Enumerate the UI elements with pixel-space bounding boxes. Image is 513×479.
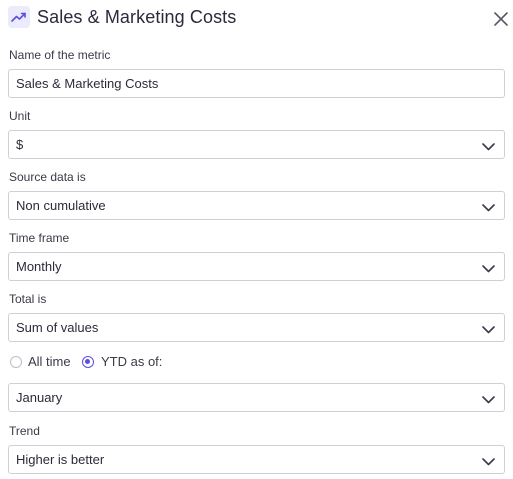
chevron-down-icon [482, 392, 495, 404]
close-icon[interactable] [491, 9, 511, 29]
metric-name-value: Sales & Marketing Costs [16, 76, 159, 91]
trend-value: Higher is better [16, 452, 105, 467]
timeframe-value: Monthly [16, 259, 62, 274]
period-radio-group: All time YTD as of: [8, 353, 308, 371]
chevron-down-icon [482, 200, 495, 212]
month-select[interactable]: January [8, 383, 505, 412]
chevron-down-icon [482, 322, 495, 334]
unit-value: $ [16, 137, 24, 152]
name-label: Name of the metric [9, 48, 111, 62]
unit-label: Unit [9, 109, 31, 123]
trend-up-icon [8, 6, 30, 28]
chevron-down-icon [482, 261, 495, 273]
timeframe-label: Time frame [9, 231, 70, 245]
unit-select[interactable]: $ [8, 130, 505, 159]
dialog-header: Sales & Marketing Costs [0, 0, 513, 36]
source-value: Non cumulative [16, 198, 106, 213]
month-value: January [16, 390, 63, 405]
radio-ytd-label[interactable]: YTD as of: [101, 354, 162, 370]
dialog-title: Sales & Marketing Costs [37, 7, 237, 27]
metric-name-input[interactable]: Sales & Marketing Costs [8, 69, 505, 98]
total-label: Total is [9, 292, 47, 306]
trend-label: Trend [9, 424, 40, 438]
radio-all-time-label[interactable]: All time [28, 354, 71, 370]
radio-all-time[interactable] [10, 356, 22, 368]
chevron-down-icon [482, 454, 495, 466]
chevron-down-icon [482, 139, 495, 151]
total-select[interactable]: Sum of values [8, 313, 505, 342]
radio-ytd[interactable] [82, 356, 94, 368]
source-select[interactable]: Non cumulative [8, 191, 505, 220]
timeframe-select[interactable]: Monthly [8, 252, 505, 281]
trend-select[interactable]: Higher is better [8, 445, 505, 474]
source-label: Source data is [9, 170, 86, 184]
total-value: Sum of values [16, 320, 99, 335]
